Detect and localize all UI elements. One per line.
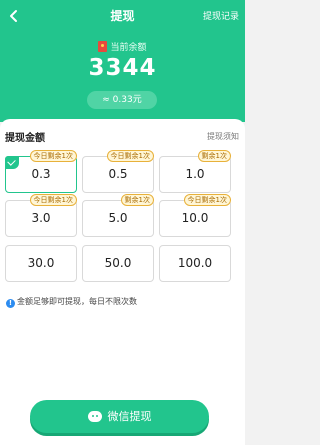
amount-value: 30.0	[27, 256, 55, 270]
amount-option-5-0[interactable]: 剩余1次 5.0	[82, 194, 154, 237]
balance-label: 当前余额	[0, 40, 245, 53]
remaining-badge: 今日剩余1次	[29, 194, 77, 206]
info-icon: !	[6, 299, 15, 308]
wechat-withdraw-button[interactable]: 微信提现	[30, 400, 209, 433]
amount-value: 100.0	[177, 256, 213, 270]
amount-value: 5.0	[108, 211, 128, 225]
amount-section-title: 提现金额	[5, 133, 45, 144]
amount-option-3-0[interactable]: 今日剩余1次 3.0	[5, 194, 77, 237]
withdraw-tip: ! 金额足够即可提现，每日不限次数	[6, 296, 137, 308]
amount-value: 50.0	[104, 256, 132, 270]
remaining-badge: 今日剩余1次	[183, 194, 231, 206]
amount-option-10-0[interactable]: 今日剩余1次 10.0	[159, 194, 231, 237]
red-envelope-icon	[98, 41, 108, 52]
amount-value: 10.0	[181, 211, 209, 225]
withdraw-notice-link[interactable]: 提现须知	[207, 131, 239, 142]
balance-value: 3344	[88, 55, 157, 81]
remaining-badge: 剩余1次	[120, 194, 154, 206]
wechat-icon	[87, 411, 102, 422]
header: 提现 提现记录 当前余额 3344 ≈ 0.33元	[0, 0, 245, 122]
balance-yuan-badge: ≈ 0.33元	[87, 91, 157, 109]
amount-value: 0.3	[31, 167, 51, 181]
remaining-badge: 今日剩余1次	[106, 150, 154, 162]
amount-option-30-0[interactable]: 30.0	[5, 245, 77, 282]
amount-option-1-0[interactable]: 剩余1次 1.0	[159, 150, 231, 193]
amount-option-100-0[interactable]: 100.0	[159, 245, 231, 282]
remaining-badge: 剩余1次	[197, 150, 231, 162]
amount-value: 0.5	[108, 167, 128, 181]
amount-option-0-5[interactable]: 今日剩余1次 0.5	[82, 150, 154, 193]
amount-option-50-0[interactable]: 50.0	[82, 245, 154, 282]
remaining-badge: 今日剩余1次	[29, 150, 77, 162]
withdraw-record-link[interactable]: 提现记录	[203, 9, 239, 22]
amount-value: 1.0	[185, 167, 205, 181]
amount-option-0-3[interactable]: 今日剩余1次 0.3	[5, 150, 77, 193]
amount-value: 3.0	[31, 211, 51, 225]
